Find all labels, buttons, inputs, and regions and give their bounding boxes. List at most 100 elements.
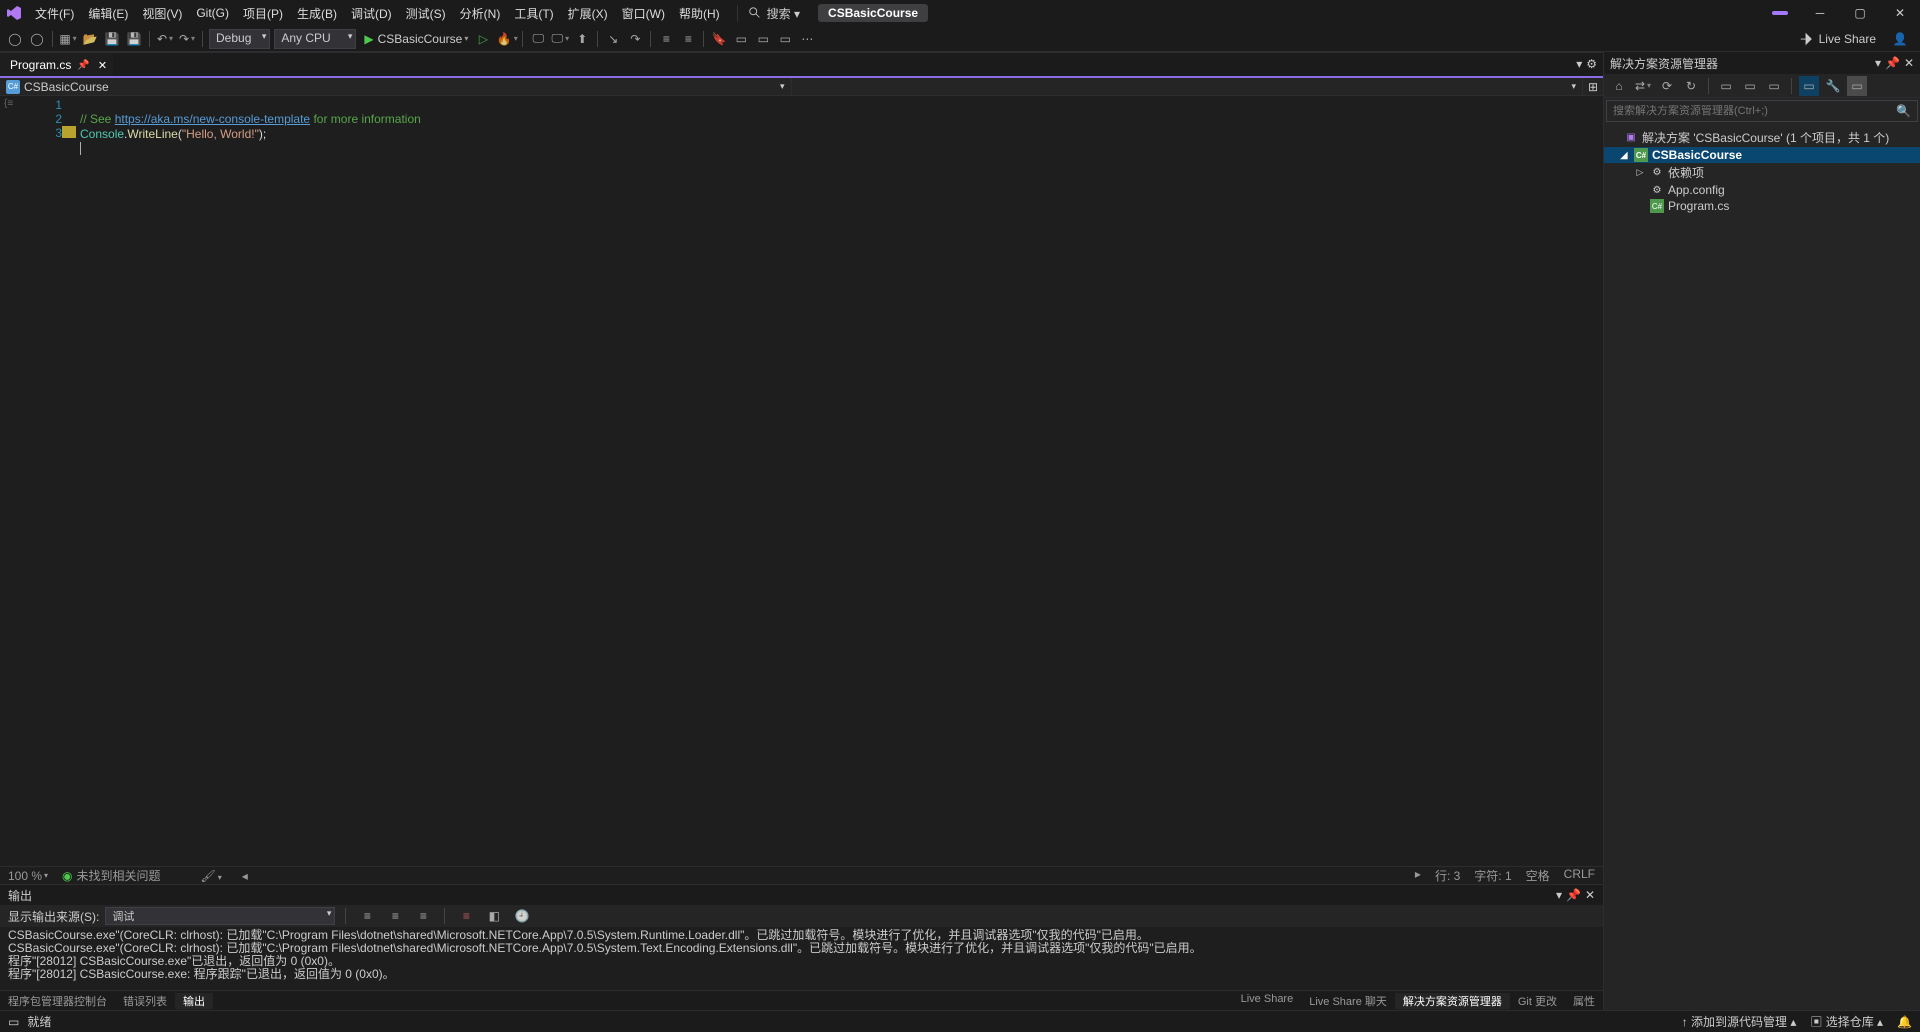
account-indicator-icon[interactable] (1772, 11, 1788, 15)
tab-solution-explorer[interactable]: 解决方案资源管理器 (1395, 993, 1510, 1009)
tab-settings-icon[interactable]: ⚙ (1586, 57, 1597, 72)
hot-reload-icon[interactable]: 🔥▾ (497, 29, 517, 49)
project-name-pill[interactable]: CSBasicCourse (818, 4, 928, 22)
maximize-button[interactable]: ▢ (1840, 0, 1880, 26)
tree-program-cs[interactable]: C# Program.cs (1604, 198, 1920, 214)
menu-window[interactable]: 窗口(W) (615, 0, 672, 26)
sol-refresh-icon[interactable]: ↻ (1681, 76, 1701, 96)
browser-link-icon[interactable]: 🖵▾ (550, 29, 570, 49)
eol-indicator[interactable]: CRLF (1564, 867, 1595, 884)
scrollbar-vertical[interactable] (1589, 96, 1603, 866)
output-body[interactable]: CSBasicCourse.exe"(CoreCLR: clrhost): 已加… (0, 927, 1603, 990)
nav-back-icon[interactable]: ◯ (5, 29, 25, 49)
menu-git[interactable]: Git(G) (189, 0, 236, 26)
step-into-icon[interactable]: ↘ (603, 29, 623, 49)
breakpoint-margin[interactable]: {≡ (0, 96, 28, 866)
save-all-icon[interactable]: 💾 (124, 29, 144, 49)
menu-extensions[interactable]: 扩展(X) (561, 0, 615, 26)
sol-sync-icon[interactable]: ⟳ (1657, 76, 1677, 96)
config-select[interactable]: Debug (209, 29, 270, 49)
tab-package-manager[interactable]: 程序包管理器控制台 (0, 993, 115, 1009)
platform-select[interactable]: Any CPU (274, 29, 356, 49)
new-project-icon[interactable]: ▦▾ (58, 29, 78, 49)
search-box[interactable]: 搜索 ▾ (737, 5, 800, 22)
output-stop-icon[interactable]: ◧ (484, 906, 504, 926)
expand-icon[interactable]: ◢ (1618, 150, 1630, 161)
tab-overflow-icon[interactable]: ▾ (1576, 57, 1582, 72)
brush-icon[interactable]: 🖌▾ (201, 869, 222, 883)
issues-label[interactable]: 未找到相关问题 (77, 867, 161, 884)
menu-help[interactable]: 帮助(H) (672, 0, 727, 26)
tab-error-list[interactable]: 错误列表 (115, 993, 175, 1009)
redo-icon[interactable]: ↷▾ (177, 29, 197, 49)
tab-liveshare[interactable]: Live Share (1233, 993, 1302, 1009)
publish-icon[interactable]: ⬆ (572, 29, 592, 49)
output-pin-icon[interactable]: 📌 (1566, 888, 1581, 902)
menu-view[interactable]: 视图(V) (135, 0, 189, 26)
solution-search[interactable]: 🔍 (1606, 100, 1918, 122)
nav-fwd-icon[interactable]: ◯ (27, 29, 47, 49)
tab-liveshare-chat[interactable]: Live Share 聊天 (1301, 993, 1395, 1009)
menu-test[interactable]: 测试(S) (399, 0, 453, 26)
start-debug-button[interactable]: ▶CSBasicCourse▾ (358, 32, 474, 46)
indent-less-icon[interactable]: ≡ (656, 29, 676, 49)
add-to-source-control[interactable]: ↑ 添加到源代码管理 ▴ (1682, 1013, 1797, 1030)
tree-dependencies[interactable]: ▷ ⚙ 依赖项 (1604, 163, 1920, 182)
expand-icon[interactable]: ▷ (1634, 167, 1646, 178)
minimize-button[interactable]: ─ (1800, 0, 1840, 26)
tab-properties[interactable]: 属性 (1565, 993, 1603, 1009)
tree-appconfig[interactable]: ⚙ App.config (1604, 182, 1920, 198)
tab-git-changes[interactable]: Git 更改 (1510, 993, 1565, 1009)
select-repo[interactable]: ▣ 选择仓库 ▴ (1810, 1013, 1883, 1030)
comment-icon[interactable]: ▭ (731, 29, 751, 49)
sol-preview-icon[interactable]: ▭ (1799, 76, 1819, 96)
sol-properties-icon[interactable]: 🔧 (1823, 76, 1843, 96)
sol-collapse-icon[interactable]: ▭ (1716, 76, 1736, 96)
output-find-icon[interactable]: ≡ (385, 906, 405, 926)
tab-output[interactable]: 输出 (175, 993, 213, 1009)
menu-project[interactable]: 项目(P) (236, 0, 290, 26)
code-editor[interactable]: {≡ 123 // See https://aka.ms/new-console… (0, 96, 1603, 866)
bookmark-icon[interactable]: 🔖 (709, 29, 729, 49)
output-dropdown-icon[interactable]: ▾ (1556, 888, 1562, 902)
project-dropdown[interactable]: C# CSBasicCourse ▾ (0, 78, 792, 95)
undo-icon[interactable]: ↶▾ (155, 29, 175, 49)
notifications-icon[interactable]: 🔔 (1897, 1015, 1912, 1029)
output-wrap-icon[interactable]: ≡ (413, 906, 433, 926)
split-editor-icon[interactable]: ⊞ (1583, 78, 1603, 95)
sol-showall-icon[interactable]: ▭ (1740, 76, 1760, 96)
code-link[interactable]: https://aka.ms/new-console-template (115, 112, 310, 126)
col-indicator[interactable]: 字符: 1 (1474, 867, 1511, 884)
menu-analyze[interactable]: 分析(N) (453, 0, 508, 26)
sol-close-icon[interactable]: ✕ (1904, 56, 1914, 70)
menu-debug[interactable]: 调试(D) (344, 0, 399, 26)
feedback-icon[interactable]: 👤 (1890, 29, 1910, 49)
liveshare-button[interactable]: Live Share (1791, 32, 1884, 46)
scroll-left-icon[interactable]: ◂ (242, 869, 248, 883)
indent-indicator[interactable]: 空格 (1526, 867, 1550, 884)
menu-tools[interactable]: 工具(T) (507, 0, 560, 26)
member-dropdown[interactable]: ▾ (792, 78, 1584, 95)
browser-icon[interactable]: 🖵 (528, 29, 548, 49)
output-close-icon[interactable]: ✕ (1585, 888, 1595, 902)
sol-home-icon[interactable]: ⌂ (1609, 76, 1629, 96)
sol-copy-icon[interactable]: ▭ (1764, 76, 1784, 96)
output-list-icon[interactable]: ≡ (456, 906, 476, 926)
menu-edit[interactable]: 编辑(E) (81, 0, 135, 26)
line-indicator[interactable]: 行: 3 (1435, 867, 1460, 884)
sol-dropdown-icon[interactable]: ▾ (1875, 56, 1881, 70)
step-over-icon[interactable]: ↷ (625, 29, 645, 49)
solution-search-input[interactable] (1613, 105, 1896, 117)
code-content[interactable]: // See https://aka.ms/new-console-templa… (80, 96, 1589, 866)
uncomment-icon[interactable]: ▭ (753, 29, 773, 49)
sol-filter-icon[interactable]: ▭ (1847, 76, 1867, 96)
collapse-icon[interactable]: {≡ (0, 96, 28, 111)
overflow-icon[interactable]: ⋯ (797, 29, 817, 49)
output-clock-icon[interactable]: 🕘 (512, 906, 532, 926)
sol-pin-icon[interactable]: 📌 (1885, 56, 1900, 70)
output-source-select[interactable]: 调试 (105, 907, 335, 925)
zoom-level[interactable]: 100 % (8, 869, 42, 883)
close-button[interactable]: ✕ (1880, 0, 1920, 26)
tab-program-cs[interactable]: Program.cs 📌 ✕ (0, 53, 113, 76)
output-status-icon[interactable]: ▭ (8, 1015, 19, 1029)
